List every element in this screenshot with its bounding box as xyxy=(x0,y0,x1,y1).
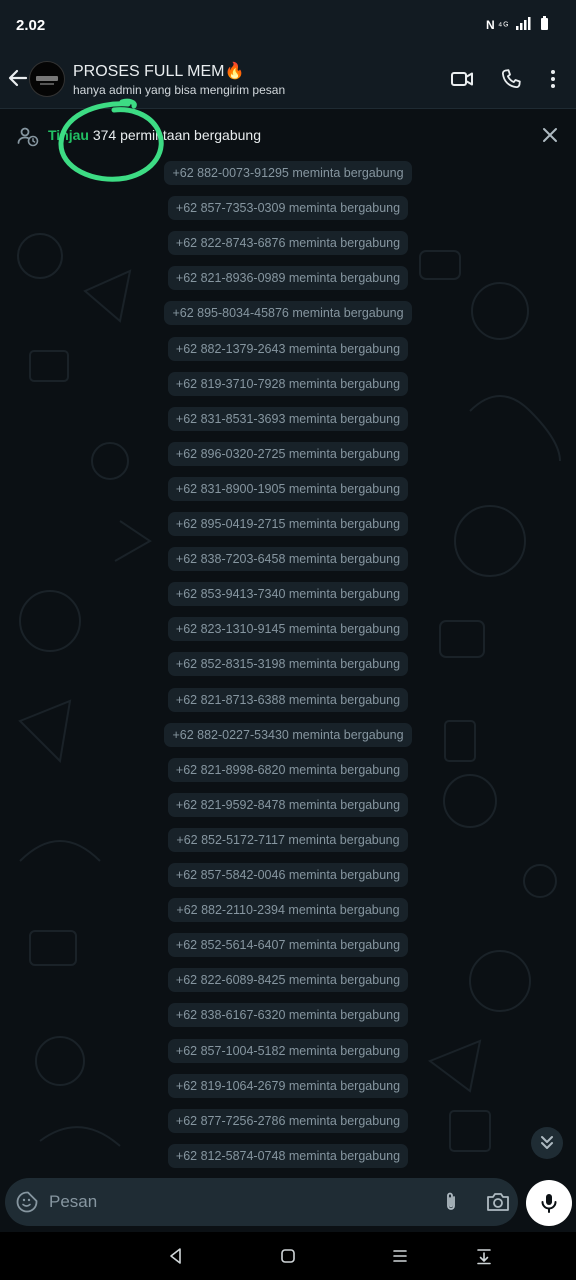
svg-text:N: N xyxy=(486,18,496,32)
join-request-text: +62 853-9413-7340 meminta bergabung xyxy=(167,582,409,607)
join-request-message: +62 819-3710-7928 meminta bergabung xyxy=(0,371,576,396)
join-request-text: +62 821-8713-6388 meminta bergabung xyxy=(167,687,409,712)
join-request-text: +62 821-9592-8478 meminta bergabung xyxy=(167,792,409,817)
group-title[interactable]: PROSES FULL MEM🔥 xyxy=(73,61,244,81)
mic-icon xyxy=(541,1194,557,1213)
status-bar: 2.02 N ⁴ᴳ xyxy=(0,0,576,50)
join-request-text: +62 857-5842-0046 meminta bergabung xyxy=(167,863,409,887)
double-chevron-down-icon xyxy=(541,1136,553,1149)
join-request-message: +62 838-7203-6458 meminta bergabung xyxy=(0,547,576,572)
join-request-text: +62 895-8034-45876 meminta bergabung xyxy=(164,301,412,326)
group-title-text: PROSES FULL MEM xyxy=(73,63,225,80)
join-request-message: +62 895-0419-2715 meminta bergabung xyxy=(0,512,576,536)
join-request-text: +62 852-5614-6407 meminta bergabung xyxy=(167,933,409,958)
join-request-message: +62 853-9413-7340 meminta bergabung xyxy=(0,582,576,607)
hand-drawn-circle-annotation xyxy=(58,98,164,182)
nav-home-icon[interactable] xyxy=(278,1246,298,1266)
nav-recents-icon[interactable] xyxy=(390,1246,410,1266)
join-request-text: +62 882-0227-53430 meminta bergabung xyxy=(164,722,412,747)
voice-message-button[interactable] xyxy=(526,1180,572,1226)
scroll-to-bottom-button[interactable] xyxy=(531,1127,563,1159)
join-request-text: +62 857-1004-5182 meminta bergabung xyxy=(167,1038,409,1063)
join-request-message: +62 822-6089-8425 meminta bergabung xyxy=(0,968,576,993)
status-time: 2.02 xyxy=(16,17,46,34)
message-composer: Pesan xyxy=(5,1178,518,1226)
status-icons: N ⁴ᴳ xyxy=(486,16,548,32)
join-request-text: +62 895-0419-2715 meminta bergabung xyxy=(167,512,409,536)
join-request-message: +62 821-8936-0989 meminta bergabung xyxy=(0,266,576,291)
join-request-message: +62 882-1379-2643 meminta bergabung xyxy=(0,336,576,361)
join-request-message: +62 882-2110-2394 meminta bergabung xyxy=(0,898,576,923)
join-request-message: +62 821-8713-6388 meminta bergabung xyxy=(0,687,576,712)
join-request-text: +62 896-0320-2725 meminta bergabung xyxy=(167,441,409,466)
svg-text:⁴ᴳ: ⁴ᴳ xyxy=(498,21,509,32)
join-request-message: +62 821-8998-6820 meminta bergabung xyxy=(0,757,576,782)
join-request-message: +62 831-8900-1905 meminta bergabung xyxy=(0,476,576,501)
join-request-message: +62 896-0320-2725 meminta bergabung xyxy=(0,441,576,466)
join-request-text: +62 819-1064-2679 meminta bergabung xyxy=(167,1073,409,1098)
system-navigation-bar xyxy=(0,1232,576,1280)
join-request-text: +62 877-7256-2786 meminta bergabung xyxy=(167,1108,409,1133)
join-request-text: +62 812-5874-0748 meminta bergabung xyxy=(167,1143,409,1168)
join-request-message: +62 831-8531-3693 meminta bergabung xyxy=(0,406,576,431)
phone-icon[interactable] xyxy=(499,67,523,91)
join-request-message: +62 819-1064-2679 meminta bergabung xyxy=(0,1073,576,1098)
join-request-message: +62 857-7353-0309 meminta bergabung xyxy=(0,196,576,221)
join-request-text: +62 857-7353-0309 meminta bergabung xyxy=(167,196,409,221)
group-subtitle: hanya admin yang bisa mengirim pesan xyxy=(73,83,286,97)
join-request-message: +62 882-0227-53430 meminta bergabung xyxy=(0,722,576,747)
join-request-text: +62 819-3710-7928 meminta bergabung xyxy=(167,371,409,396)
join-request-text: +62 822-8743-6876 meminta bergabung xyxy=(167,231,409,256)
close-icon[interactable] xyxy=(538,123,562,147)
nav-hide-keyboard-icon[interactable] xyxy=(474,1246,494,1266)
join-request-message: +62 852-8315-3198 meminta bergabung xyxy=(0,652,576,677)
sticker-emoji-icon[interactable] xyxy=(15,1190,39,1214)
join-request-text: +62 821-8936-0989 meminta bergabung xyxy=(167,266,409,291)
join-request-text: +62 882-0073-91295 meminta bergabung xyxy=(164,161,412,185)
more-vert-icon[interactable] xyxy=(541,67,565,91)
join-request-text: +62 882-2110-2394 meminta bergabung xyxy=(168,898,408,923)
join-request-message: +62 823-1310-9145 meminta bergabung xyxy=(0,617,576,642)
join-request-message: +62 838-6167-6320 meminta bergabung xyxy=(0,1003,576,1028)
person-clock-icon xyxy=(17,127,39,147)
join-request-text: +62 822-6089-8425 meminta bergabung xyxy=(167,968,409,993)
chat-area[interactable]: +62 882-0073-91295 meminta bergabung +62 … xyxy=(0,161,576,1177)
join-request-text: +62 838-7203-6458 meminta bergabung xyxy=(167,547,409,572)
join-request-text: +62 852-5172-7117 meminta bergabung xyxy=(168,827,408,852)
fire-emoji: 🔥 xyxy=(224,63,245,80)
join-request-message: +62 852-5172-7117 meminta bergabung xyxy=(0,827,576,852)
join-request-message: +62 822-8743-6876 meminta bergabung xyxy=(0,231,576,256)
join-request-message: +62 877-7256-2786 meminta bergabung xyxy=(0,1108,576,1133)
join-request-text: +62 838-6167-6320 meminta bergabung xyxy=(167,1003,409,1028)
message-input[interactable]: Pesan xyxy=(49,1190,419,1214)
join-request-text: +62 823-1310-9145 meminta bergabung xyxy=(167,617,409,642)
join-request-message: +62 857-5842-0046 meminta bergabung xyxy=(0,863,576,887)
join-request-message: +62 852-5614-6407 meminta bergabung xyxy=(0,933,576,958)
join-request-text: +62 852-8315-3198 meminta bergabung xyxy=(167,652,409,677)
join-request-text: +62 821-8998-6820 meminta bergabung xyxy=(167,757,409,782)
join-request-message: +62 812-5874-0748 meminta bergabung xyxy=(0,1143,576,1168)
group-avatar[interactable] xyxy=(29,61,65,97)
video-call-icon[interactable] xyxy=(450,67,474,91)
join-request-text: +62 831-8900-1905 meminta bergabung xyxy=(167,476,409,501)
join-request-message: +62 821-9592-8478 meminta bergabung xyxy=(0,792,576,817)
nav-back-icon[interactable] xyxy=(166,1246,186,1266)
join-request-message: +62 857-1004-5182 meminta bergabung xyxy=(0,1038,576,1063)
back-arrow-icon[interactable] xyxy=(6,64,30,92)
join-request-message: +62 895-8034-45876 meminta bergabung xyxy=(0,301,576,326)
join-request-text: +62 831-8531-3693 meminta bergabung xyxy=(167,406,409,431)
attach-icon[interactable] xyxy=(439,1190,463,1214)
camera-icon[interactable] xyxy=(485,1190,511,1214)
join-request-text: +62 882-1379-2643 meminta bergabung xyxy=(167,336,409,361)
